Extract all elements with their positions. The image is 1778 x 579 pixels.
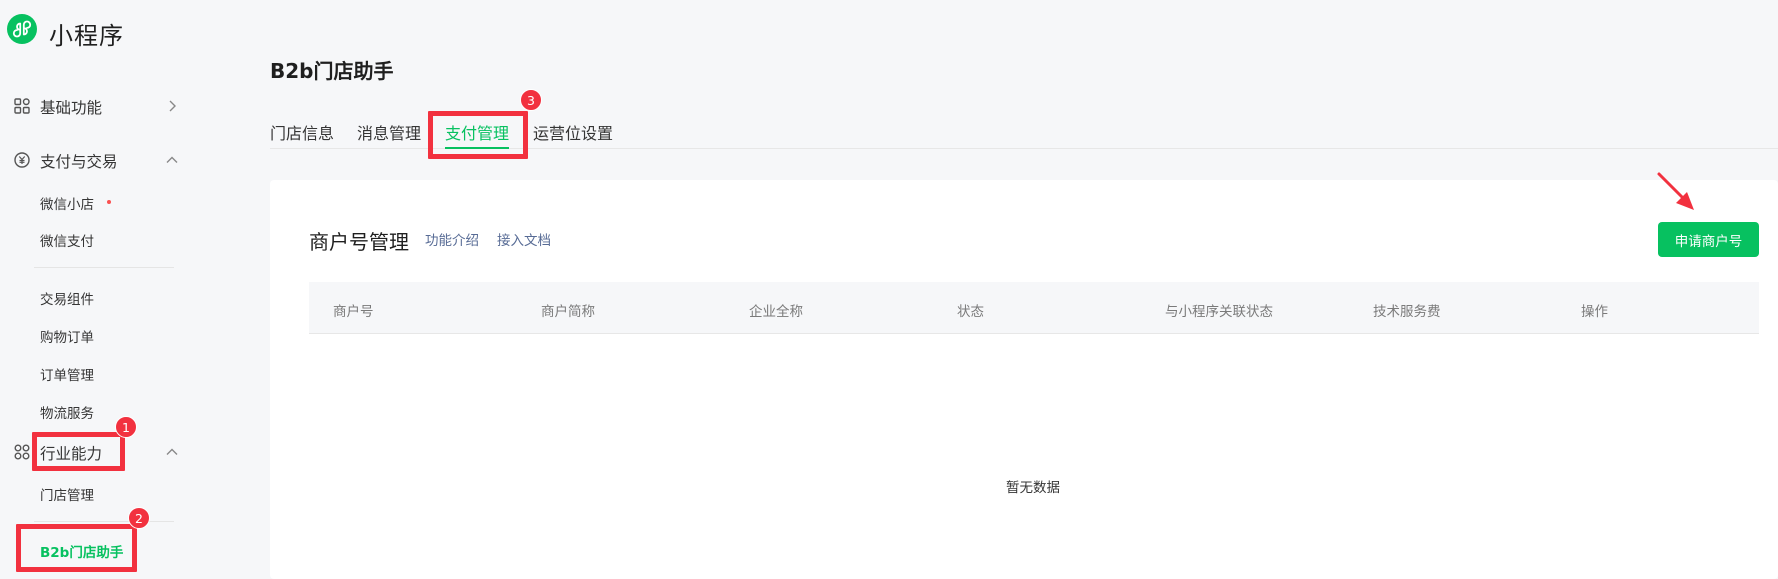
annotation-box-industry [32,432,125,471]
annotation-box-payment-tab [428,111,528,159]
sidebar-section-basic[interactable]: 基础功能 [0,92,185,120]
column-header: 技术服务费 [1373,304,1441,320]
feature-intro-link[interactable]: 功能介绍 [425,229,479,249]
column-header: 操作 [1581,304,1608,320]
sidebar-section-payment[interactable]: 支付与交易 [0,146,185,174]
sidebar: 小程序 基础功能 支付与交易 微信小店 微信支付 交易组件 购物订单 订单管理 … [0,0,200,579]
sidebar-item-weixin-shop[interactable]: 微信小店 [40,193,94,213]
table-header [309,282,1759,334]
annotation-badge-1: 1 [115,416,137,438]
tab-message-manage[interactable]: 消息管理 [357,120,421,144]
tab-store-info[interactable]: 门店信息 [270,120,334,144]
column-header: 商户号 [333,304,374,320]
card-title: 商户号管理 [309,230,409,254]
sidebar-item-trade-component[interactable]: 交易组件 [40,288,94,308]
column-header: 商户简称 [541,304,595,320]
yen-circle-icon [14,152,30,168]
annotation-box-b2b [16,524,137,572]
grid-icon [14,98,30,114]
sidebar-item-order-manage[interactable]: 订单管理 [40,364,94,384]
sidebar-item-store-manage[interactable]: 门店管理 [40,484,94,504]
chevron-up-icon [166,448,178,455]
sidebar-item-logistics[interactable]: 物流服务 [40,402,94,422]
annotation-arrow-icon [1657,172,1694,210]
app-logo-text: 小程序 [49,22,124,50]
unread-dot [107,200,111,204]
chevron-up-icon [166,156,178,163]
sidebar-item-weixin-pay[interactable]: 微信支付 [40,230,94,250]
empty-state-text: 暂无数据 [1006,480,1060,496]
chevron-right-icon [169,100,176,112]
sidebar-item-shopping-order[interactable]: 购物订单 [40,326,94,346]
annotation-badge-2: 2 [128,507,150,529]
column-header: 企业全称 [749,304,803,320]
column-header: 与小程序关联状态 [1165,304,1273,320]
annotation-badge-3: 3 [520,89,542,111]
access-doc-link[interactable]: 接入文档 [497,229,551,249]
page-title: B2b门店助手 [270,59,394,83]
sidebar-section-label: 基础功能 [40,99,103,117]
apply-merchant-button[interactable]: 申请商户号 [1658,222,1759,257]
industry-icon [14,444,30,460]
sidebar-divider [34,267,174,268]
mini-program-logo-icon [7,14,37,44]
sidebar-section-label: 支付与交易 [40,153,118,171]
column-header: 状态 [957,304,984,320]
sidebar-divider [34,521,174,522]
tab-operation-slot[interactable]: 运营位设置 [533,120,613,144]
